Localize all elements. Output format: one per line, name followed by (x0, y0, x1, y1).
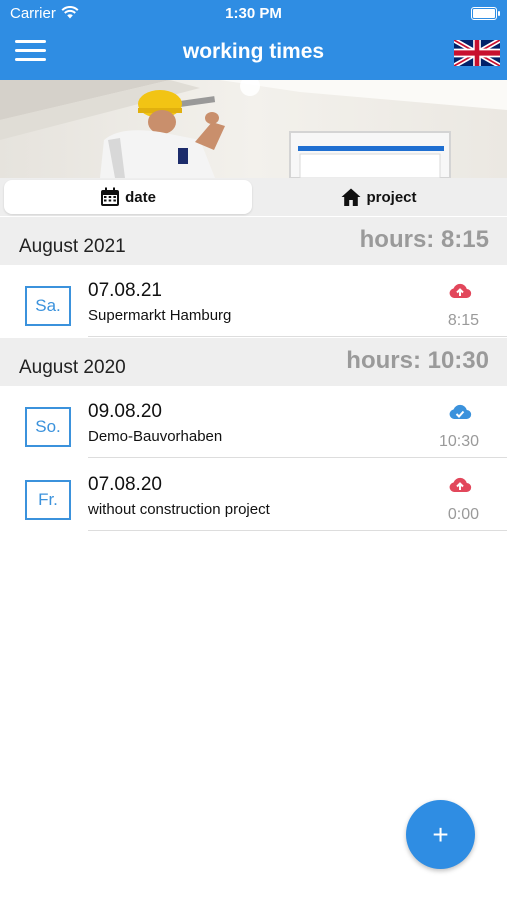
entry-project: Demo-Bauvorhaben (88, 428, 223, 445)
section-hours-total: hours: 10:30 (346, 347, 489, 374)
app-header: Carrier 1:30 PM working times (0, 0, 507, 80)
section-month: August 2020 (19, 357, 126, 378)
month-section-header: August 2020 hours: 10:30 (0, 338, 507, 386)
tab-date-label: date (125, 188, 156, 206)
plus-icon: + (432, 818, 449, 850)
row-divider (88, 457, 507, 458)
section-hours-total: hours: 8:15 (359, 226, 489, 253)
entry-date: 07.08.21 (88, 280, 162, 301)
add-entry-button[interactable]: + (406, 800, 475, 869)
entry-duration: 10:30 (438, 433, 479, 450)
entry-project: Supermarkt Hamburg (88, 307, 232, 324)
cloud-upload-icon (449, 477, 472, 493)
row-divider (88, 530, 507, 531)
entry-duration: 0:00 (447, 506, 479, 523)
tab-project-label: project (366, 188, 417, 206)
weekday-badge: Sa. (25, 286, 71, 326)
home-icon (341, 188, 361, 206)
hero-image (0, 80, 507, 178)
cloud-upload-icon (449, 283, 472, 299)
uk-flag-icon[interactable] (454, 40, 500, 66)
tab-date[interactable]: date (4, 180, 252, 214)
page-title: working times (182, 40, 325, 63)
view-tabs: date project (0, 178, 507, 216)
entry-project: without construction project (88, 501, 270, 518)
cloud-check-icon (449, 404, 472, 420)
tab-project[interactable]: project (255, 180, 503, 214)
nav-bar: working times (0, 28, 507, 80)
status-time: 1:30 PM (225, 5, 282, 22)
month-section-header: August 2021 hours: 8:15 (0, 217, 507, 265)
battery-icon (471, 7, 500, 20)
calendar-icon (101, 187, 120, 206)
entry-duration: 8:15 (447, 312, 479, 329)
entry-date: 09.08.20 (88, 401, 162, 422)
section-month: August 2021 (19, 236, 126, 257)
time-entry-row[interactable]: Sa. 07.08.21 Supermarkt Hamburg 8:15 (0, 265, 507, 337)
time-entry-row[interactable]: Fr. 07.08.20 without construction projec… (0, 459, 507, 531)
weekday-badge: So. (25, 407, 71, 447)
entry-date: 07.08.20 (88, 474, 162, 495)
time-entry-row[interactable]: So. 09.08.20 Demo-Bauvorhaben 10:30 (0, 386, 507, 458)
status-bar: Carrier 1:30 PM (0, 0, 507, 28)
row-divider (88, 336, 507, 337)
weekday-badge: Fr. (25, 480, 71, 520)
